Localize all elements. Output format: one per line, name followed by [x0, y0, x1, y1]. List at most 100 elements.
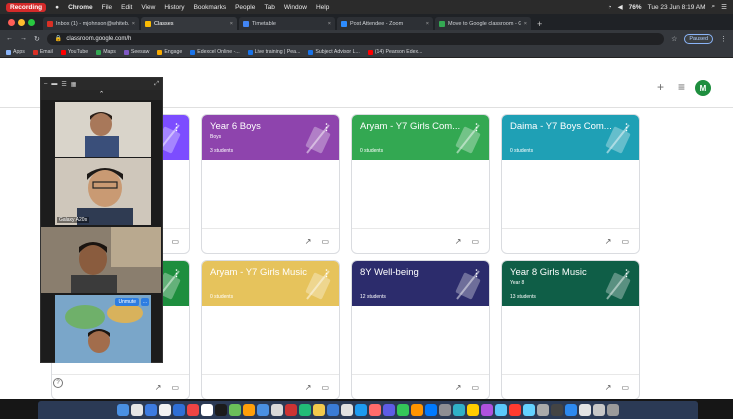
forward-icon[interactable]: → — [20, 35, 27, 42]
menu-app-name[interactable]: Chrome — [68, 4, 93, 11]
menu-view[interactable]: View — [141, 4, 155, 11]
help-icon[interactable]: ? — [53, 378, 63, 388]
dock-app-icon[interactable] — [173, 404, 185, 416]
menu-file[interactable]: File — [102, 4, 112, 11]
dock-app-icon[interactable] — [425, 404, 437, 416]
dock-app-icon[interactable] — [593, 404, 605, 416]
back-icon[interactable]: ← — [6, 35, 13, 42]
unmute-button[interactable]: Unmute — [115, 298, 139, 306]
dock-app-icon[interactable] — [607, 404, 619, 416]
gradebook-icon[interactable]: ↗ — [155, 383, 162, 392]
bookmark-6[interactable]: Edexcel Online -... — [190, 49, 240, 55]
bookmark-2[interactable]: YouTube — [60, 49, 88, 55]
add-class-icon[interactable]: + — [657, 80, 664, 94]
tab-classes[interactable]: Classes × — [141, 17, 237, 30]
dock-app-icon[interactable] — [383, 404, 395, 416]
close-window-icon[interactable] — [8, 18, 15, 26]
dock-app-icon[interactable] — [299, 404, 311, 416]
folder-icon[interactable]: ▭ — [621, 383, 629, 392]
class-card[interactable]: Year 6 BoysBoys3 students⋮↗▭ — [201, 114, 340, 254]
close-tab-icon[interactable]: × — [230, 21, 233, 27]
participant-video-2[interactable]: Galaxy A20s — [55, 158, 151, 225]
bookmark-3[interactable]: Maps — [96, 49, 116, 55]
bookmark-8[interactable]: Subject Advisor L... — [308, 49, 360, 55]
address-bar[interactable]: 🔒 classroom.google.com/h — [46, 32, 665, 45]
menu-history[interactable]: History — [164, 4, 184, 11]
clock[interactable]: Tue 23 Jun 8:19 AM — [648, 4, 706, 11]
dock-app-icon[interactable] — [145, 404, 157, 416]
dock-app-icon[interactable] — [509, 404, 521, 416]
gradebook-icon[interactable]: ↗ — [605, 237, 612, 246]
dock-app-icon[interactable] — [439, 404, 451, 416]
expand-panel-icon[interactable]: ⤢ — [154, 81, 159, 88]
strip-view-icon[interactable]: ☰ — [61, 81, 66, 88]
folder-icon[interactable]: ▭ — [321, 383, 329, 392]
dock-app-icon[interactable] — [271, 404, 283, 416]
class-card[interactable]: Aryam - Y7 Girls Com...0 students⋮↗▭ — [351, 114, 490, 254]
apple-icon[interactable]: ● — [55, 4, 59, 11]
menu-help[interactable]: Help — [316, 4, 329, 11]
dock-app-icon[interactable] — [565, 404, 577, 416]
menu-tab[interactable]: Tab — [264, 4, 274, 11]
control-center-icon[interactable]: ☰ — [721, 3, 727, 11]
class-card-header[interactable]: Year 8 Girls MusicYear 813 students⋮ — [502, 261, 639, 306]
gradebook-icon[interactable]: ↗ — [455, 383, 462, 392]
participant-video-3[interactable] — [41, 227, 161, 293]
menu-people[interactable]: People — [235, 4, 255, 11]
dock-app-icon[interactable] — [131, 404, 143, 416]
dock-app-icon[interactable] — [551, 404, 563, 416]
bookmark-1[interactable]: Email — [32, 49, 53, 55]
gradebook-icon[interactable]: ↗ — [605, 383, 612, 392]
gradebook-icon[interactable]: ↗ — [305, 383, 312, 392]
dock-app-icon[interactable] — [159, 404, 171, 416]
dock-app-icon[interactable] — [285, 404, 297, 416]
dock-app-icon[interactable] — [523, 404, 535, 416]
maximize-window-icon[interactable] — [28, 18, 35, 26]
dock-app-icon[interactable] — [313, 404, 325, 416]
dock-app-icon[interactable] — [579, 404, 591, 416]
close-tab-icon[interactable]: × — [328, 21, 331, 27]
tab-move-to-classroom[interactable]: Move to Google classroom - G... × — [435, 17, 531, 30]
tab-zoom[interactable]: Post Attendee - Zoom × — [337, 17, 433, 30]
dock-app-icon[interactable] — [481, 404, 493, 416]
bookmark-4[interactable]: Seesaw — [123, 49, 149, 55]
recording-badge[interactable]: Recording — [6, 2, 47, 12]
dock-app-icon[interactable] — [355, 404, 367, 416]
folder-icon[interactable]: ▭ — [621, 237, 629, 246]
gradebook-icon[interactable]: ↗ — [455, 237, 462, 246]
class-card[interactable]: Daima - Y7 Boys Com...0 students⋮ ↗ ▭ — [501, 114, 640, 254]
menu-edit[interactable]: Edit — [121, 4, 132, 11]
dock-app-icon[interactable] — [215, 404, 227, 416]
class-card[interactable]: 8Y Well-being12 students⋮↗▭ — [351, 260, 490, 400]
dock-app-icon[interactable] — [397, 404, 409, 416]
dock-app-icon[interactable] — [453, 404, 465, 416]
minimize-panel-icon[interactable]: – — [44, 81, 47, 87]
reload-icon[interactable]: ↻ — [34, 35, 40, 43]
volume-icon[interactable]: ◀ — [618, 3, 623, 11]
bookmark-0[interactable]: Apps — [6, 49, 25, 55]
class-card-header[interactable]: Daima - Y7 Boys Com...0 students⋮ — [502, 115, 639, 160]
dock-app-icon[interactable] — [187, 404, 199, 416]
dock-app-icon[interactable] — [495, 404, 507, 416]
avatar[interactable]: M — [695, 80, 711, 96]
close-tab-icon[interactable]: × — [426, 21, 429, 27]
chevron-up-icon[interactable]: ⌃ — [41, 90, 162, 100]
participant-video-1[interactable]: ✕ — [55, 102, 151, 157]
dock-app-icon[interactable] — [257, 404, 269, 416]
dock-app-icon[interactable] — [537, 404, 549, 416]
wifi-icon[interactable]: ◔ — [608, 4, 612, 11]
spotlight-icon[interactable]: ⌕ — [712, 3, 716, 11]
battery-level[interactable]: 76% — [629, 4, 642, 11]
browser-menu-icon[interactable]: ⋮ — [720, 35, 727, 43]
class-card[interactable]: Year 8 Girls MusicYear 813 students⋮ ↗ ▭ — [501, 260, 640, 400]
google-apps-icon[interactable]: ≡ — [678, 80, 685, 94]
class-card[interactable]: Aryam - Y7 Girls Music0 students⋮↗▭ — [201, 260, 340, 400]
dock-app-icon[interactable] — [411, 404, 423, 416]
gradebook-icon[interactable]: ↗ — [305, 237, 312, 246]
minimize-window-icon[interactable] — [18, 18, 25, 26]
class-card-header[interactable]: Year 6 BoysBoys3 students⋮ — [202, 115, 339, 160]
more-options-button[interactable]: ... — [140, 298, 149, 306]
bookmark-7[interactable]: Live training | Pea... — [247, 49, 300, 55]
dock-app-icon[interactable] — [243, 404, 255, 416]
bookmark-9[interactable]: (14) Pearson Edex... — [367, 49, 422, 55]
